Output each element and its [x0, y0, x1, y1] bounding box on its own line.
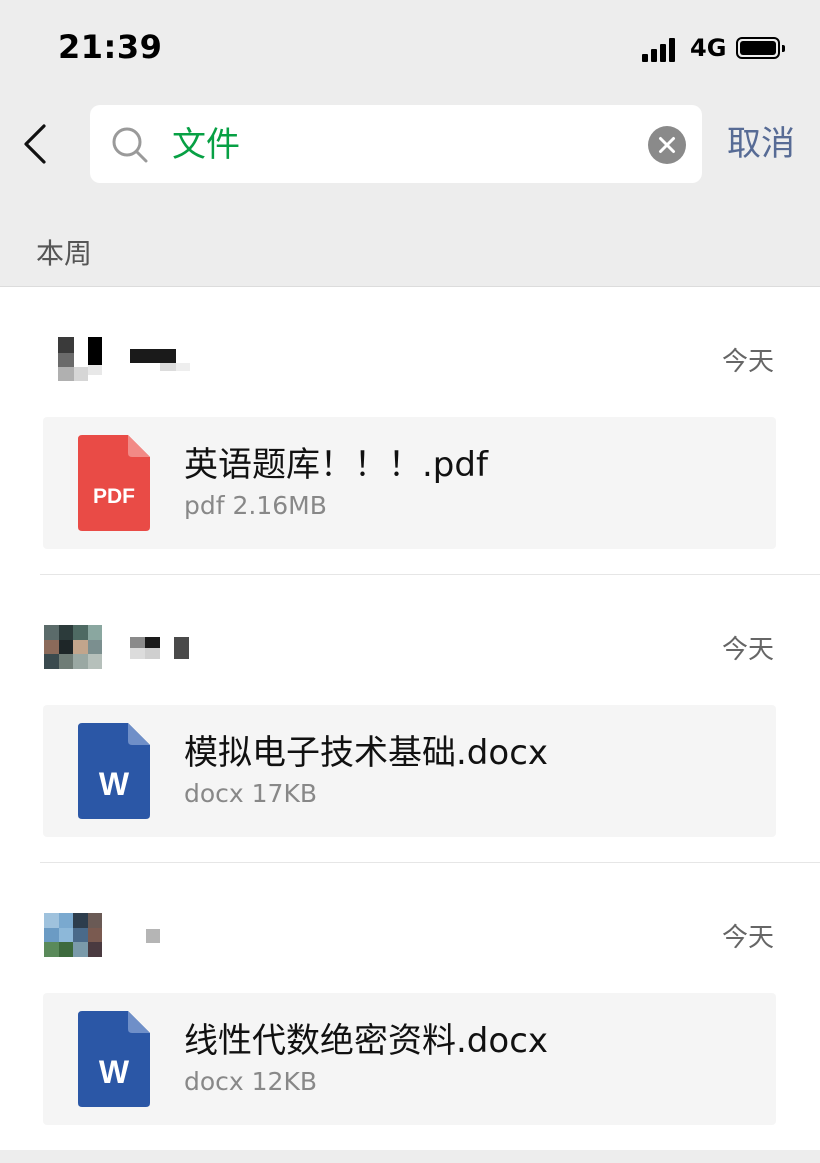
file-meta: docx 12KB	[184, 1067, 318, 1096]
file-meta: pdf 2.16MB	[184, 491, 327, 520]
word-file-icon: W	[78, 1011, 150, 1107]
battery-icon	[736, 37, 785, 59]
cellular-signal-icon	[642, 38, 682, 62]
svg-text:W: W	[99, 1054, 130, 1090]
section-header-this-week: 本周	[36, 237, 93, 270]
clear-icon[interactable]	[648, 126, 686, 164]
sender-name-redacted	[130, 349, 192, 371]
back-button[interactable]	[16, 122, 60, 166]
sender-name-redacted	[130, 925, 192, 947]
search-input[interactable]: 文件	[172, 125, 240, 165]
search-icon	[112, 127, 148, 163]
result-item[interactable]: 今天 W 模拟电子技术基础.docx docx 17KB	[0, 575, 820, 863]
message-date: 今天	[721, 347, 774, 377]
search-bar[interactable]: 文件	[90, 105, 702, 183]
results-list: 今天 PDF 英语题库！！！.pdf pdf 2.16MB 今天 W 模拟电子技…	[0, 286, 820, 1151]
file-card[interactable]: W 模拟电子技术基础.docx docx 17KB	[43, 705, 776, 837]
sender-name-redacted	[130, 637, 192, 659]
file-meta: docx 17KB	[184, 779, 318, 808]
message-date: 今天	[721, 923, 774, 953]
result-item[interactable]: 今天 PDF 英语题库！！！.pdf pdf 2.16MB	[0, 287, 820, 575]
status-bar: 21:39 4G	[0, 0, 820, 96]
file-card[interactable]: PDF 英语题库！！！.pdf pdf 2.16MB	[43, 417, 776, 549]
file-name: 模拟电子技术基础.docx	[184, 733, 549, 773]
avatar	[44, 337, 102, 381]
svg-text:W: W	[99, 766, 130, 802]
network-type: 4G	[690, 34, 727, 62]
file-card[interactable]: W 线性代数绝密资料.docx docx 12KB	[43, 993, 776, 1125]
avatar	[44, 625, 102, 669]
file-name: 英语题库！！！.pdf	[184, 445, 488, 485]
result-item[interactable]: 今天 W 线性代数绝密资料.docx docx 12KB	[0, 863, 820, 1151]
status-time: 21:39	[58, 28, 163, 66]
pdf-file-icon: PDF	[78, 435, 150, 531]
bottom-strip	[0, 1150, 820, 1163]
chevron-left-icon	[24, 124, 46, 164]
svg-text:PDF: PDF	[93, 485, 135, 508]
message-date: 今天	[721, 635, 774, 665]
cancel-button[interactable]: 取消	[727, 122, 795, 166]
word-file-icon: W	[78, 723, 150, 819]
avatar	[44, 913, 102, 957]
file-name: 线性代数绝密资料.docx	[184, 1021, 549, 1061]
